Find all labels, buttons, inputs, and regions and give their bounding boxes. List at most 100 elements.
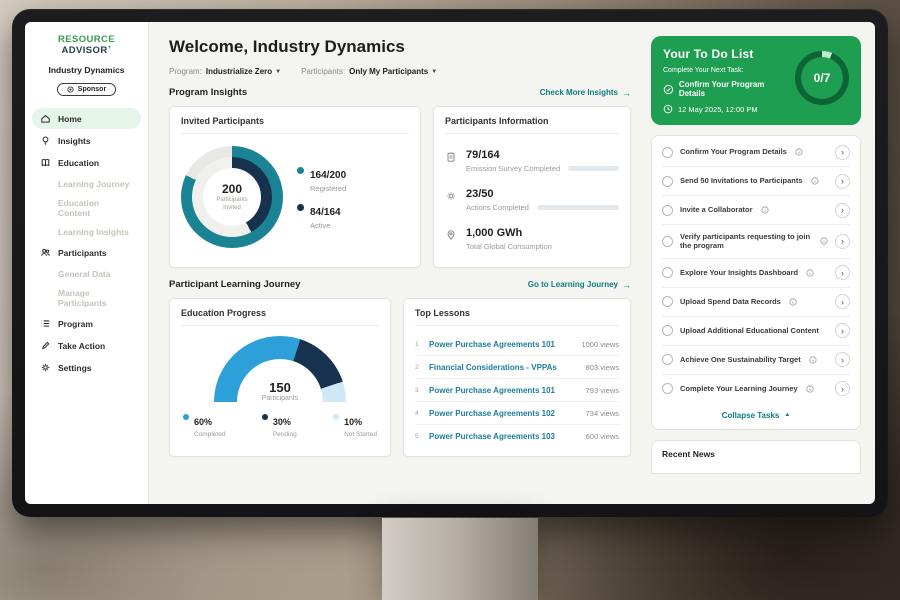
task-row[interactable]: Verify participants requesting to join t… (662, 225, 850, 259)
legend-dot-not-started (333, 414, 339, 420)
location-pin-icon (445, 229, 457, 241)
task-row[interactable]: Upload Additional Educational Content › (662, 317, 850, 346)
invited-legend: 164/200 Registered 84/164 Active (297, 156, 346, 239)
arrow-right-icon: → (622, 88, 631, 98)
monitor-stand (382, 518, 538, 600)
chevron-right-icon[interactable]: › (835, 203, 850, 218)
chevron-right-icon[interactable]: › (835, 381, 850, 396)
info-icon (806, 385, 814, 393)
lesson-row: 4 Power Purchase Agreements 102 734 view… (415, 402, 619, 425)
main-content: Welcome, Industry Dynamics Program: Indu… (149, 22, 647, 504)
lesson-row: 3 Power Purchase Agreements 101 793 view… (415, 379, 619, 402)
chevron-down-icon: ▼ (275, 69, 281, 75)
task-checkbox[interactable] (662, 236, 673, 247)
sidebar-item-education-content[interactable]: Education Content (32, 193, 141, 222)
recent-news-card: Recent News (651, 440, 861, 474)
task-list-card: Confirm Your Program Details › Send 50 I… (651, 135, 861, 430)
sidebar-item-insights[interactable]: Insights (32, 130, 141, 151)
monitor-bezel: RESOURCE ADVISOR+ Industry Dynamics Spon… (12, 9, 888, 517)
sidebar-item-home[interactable]: Home (32, 108, 141, 129)
task-row[interactable]: Invite a Collaborator › (662, 196, 850, 225)
program-insights-heading: Program Insights (169, 87, 247, 98)
sidebar-item-participants[interactable]: Participants (32, 242, 141, 263)
task-checkbox[interactable] (662, 267, 673, 278)
info-icon (811, 177, 819, 185)
lesson-row: 1 Power Purchase Agreements 101 1000 vie… (415, 333, 619, 356)
task-row[interactable]: Send 50 Invitations to Participants › (662, 167, 850, 196)
task-checkbox[interactable] (662, 296, 673, 307)
sidebar-item-learning-journey[interactable]: Learning Journey (32, 174, 141, 193)
legend-dot-active (297, 204, 304, 211)
chevron-right-icon[interactable]: › (835, 145, 850, 160)
sidebar: RESOURCE ADVISOR+ Industry Dynamics Spon… (25, 22, 149, 504)
sidebar-item-program[interactable]: Program (32, 313, 141, 334)
users-icon (40, 247, 51, 258)
sidebar-item-education[interactable]: Education (32, 152, 141, 173)
chevron-right-icon[interactable]: › (835, 352, 850, 367)
info-icon (795, 148, 803, 156)
participants-select[interactable]: Only My Participants ▼ (349, 67, 437, 76)
stat-actions-completed: 23/50 Actions Completed (445, 180, 619, 219)
card-title: Invited Participants (181, 116, 409, 134)
chevron-right-icon[interactable]: › (835, 234, 850, 249)
task-checkbox[interactable] (662, 325, 673, 336)
lightbulb-icon (40, 135, 51, 146)
task-row[interactable]: Achieve One Sustainability Target › (662, 346, 850, 375)
org-name: Industry Dynamics (32, 65, 141, 75)
brand-plus: + (108, 45, 112, 51)
sidebar-item-general-data[interactable]: General Data (32, 264, 141, 283)
sidebar-item-learning-insights[interactable]: Learning Insights (32, 222, 141, 241)
todo-progress-ring: 0/7 (795, 51, 849, 105)
task-checkbox[interactable] (662, 205, 673, 216)
chevron-right-icon[interactable]: › (835, 174, 850, 189)
todo-panel: Your To Do List Complete Your Next Task:… (647, 22, 875, 504)
task-row[interactable]: Upload Spend Data Records › (662, 288, 850, 317)
home-icon (40, 113, 51, 124)
info-icon (820, 237, 828, 245)
task-checkbox[interactable] (662, 354, 673, 365)
legend-item: 164/200 Registered (297, 165, 346, 193)
stat-global-consumption: 1,000 GWh Total Global Consumption (445, 219, 619, 258)
chevron-down-icon: ▼ (431, 69, 437, 75)
learning-journey-heading: Participant Learning Journey (169, 279, 300, 290)
brand-logo: RESOURCE ADVISOR+ (32, 34, 141, 56)
lesson-link[interactable]: Power Purchase Agreements 103 (429, 432, 579, 441)
check-more-insights-link[interactable]: Check More Insights → (540, 88, 631, 98)
sponsor-icon (67, 86, 74, 93)
invited-participants-card: Invited Participants 200 Participants In… (169, 106, 421, 268)
legend-item: 84/164 Active (297, 202, 346, 230)
sponsor-badge[interactable]: Sponsor (57, 83, 116, 96)
task-row[interactable]: Complete Your Learning Journey › (662, 375, 850, 403)
filter-bar: Program: Industrialize Zero ▼ Participan… (169, 67, 631, 76)
legend-dot-registered (297, 167, 304, 174)
recent-news-title: Recent News (662, 449, 715, 459)
invited-center-label: Participants Invited (210, 197, 254, 211)
sidebar-item-manage-participants[interactable]: Manage Participants (32, 283, 141, 312)
task-checkbox[interactable] (662, 147, 673, 158)
list-icon (40, 318, 51, 329)
task-row[interactable]: Explore Your Insights Dashboard › (662, 259, 850, 288)
chevron-right-icon[interactable]: › (835, 265, 850, 280)
education-progress-card: Education Progress 150 Participants 60% (169, 298, 391, 457)
lesson-link[interactable]: Power Purchase Agreements 101 (429, 340, 574, 349)
program-select[interactable]: Industrialize Zero ▼ (206, 67, 281, 76)
lesson-link[interactable]: Power Purchase Agreements 101 (429, 386, 579, 395)
program-filter-label: Program: (169, 67, 202, 76)
page-title: Welcome, Industry Dynamics (169, 37, 631, 57)
chevron-right-icon[interactable]: › (835, 323, 850, 338)
sidebar-item-take-action[interactable]: Take Action (32, 335, 141, 356)
sidebar-item-settings[interactable]: Settings (32, 357, 141, 378)
info-icon (789, 298, 797, 306)
lesson-link[interactable]: Power Purchase Agreements 102 (429, 409, 579, 418)
chevron-right-icon[interactable]: › (835, 294, 850, 309)
book-icon (40, 157, 51, 168)
go-to-learning-journey-link[interactable]: Go to Learning Journey → (528, 280, 631, 290)
task-checkbox[interactable] (662, 176, 673, 187)
collapse-tasks[interactable]: Collapse Tasks ▲ (662, 403, 850, 429)
chevron-up-icon: ▲ (784, 412, 790, 418)
task-checkbox[interactable] (662, 383, 673, 394)
task-row[interactable]: Confirm Your Program Details › (662, 138, 850, 167)
lesson-link[interactable]: Financial Considerations - VPPAs (429, 363, 579, 372)
clipboard-icon (445, 151, 457, 163)
info-icon (761, 206, 769, 214)
